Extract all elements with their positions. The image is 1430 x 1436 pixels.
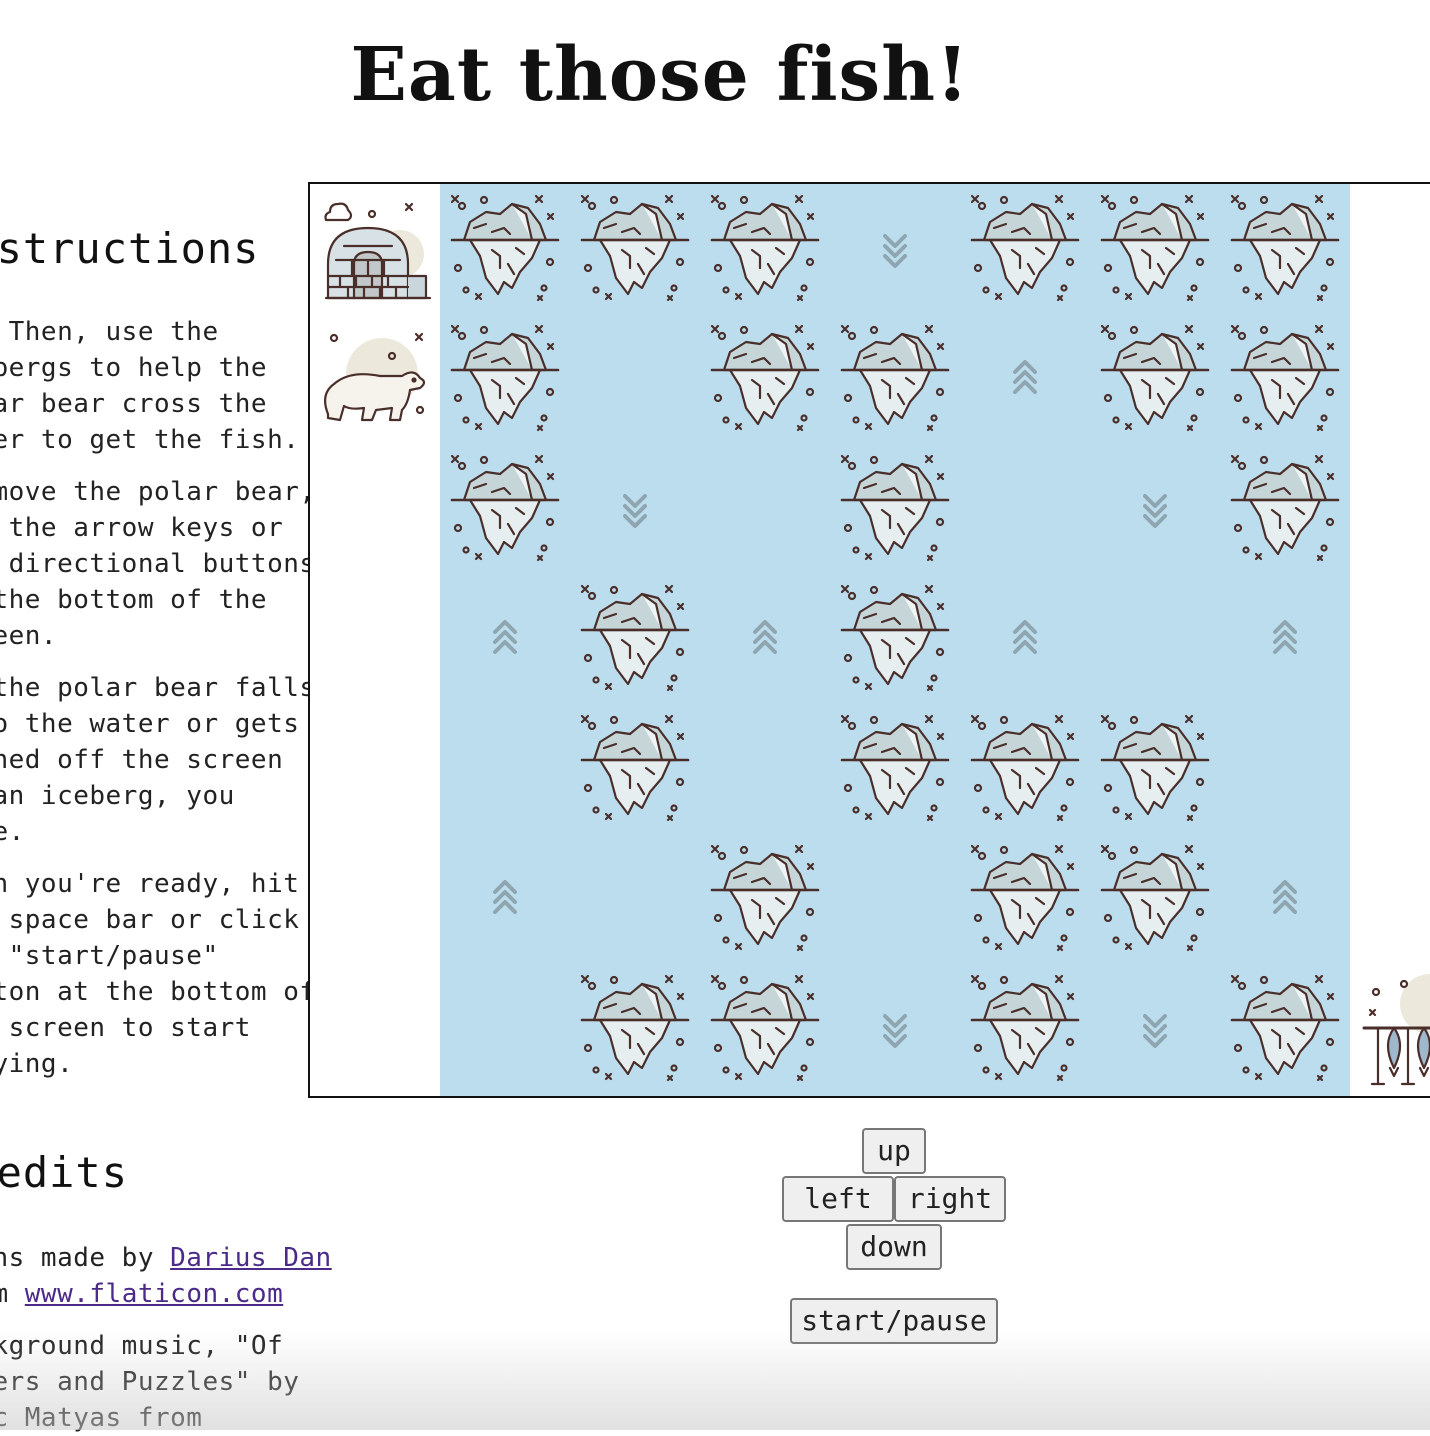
iceberg-icon	[830, 444, 960, 574]
iceberg-icon	[1090, 704, 1220, 834]
instruction-line: the "start/pause"	[0, 941, 219, 971]
credits-icons-line: Icons made by Darius Dan	[0, 1243, 332, 1273]
iceberg-icon	[1090, 834, 1220, 964]
flaticon-link[interactable]: www.flaticon.com	[25, 1279, 283, 1309]
instruction-line: Hi! Then, use the	[0, 317, 219, 347]
instruction-line: To move the polar bear,	[0, 477, 316, 507]
start-pause-button[interactable]: start/pause	[790, 1298, 998, 1344]
iceberg-icon	[440, 184, 570, 314]
igloo-icon	[310, 184, 440, 314]
iceberg-icon	[570, 574, 700, 704]
instruction-line: by an iceberg, you	[0, 781, 235, 811]
instruction-line: the screen to start	[0, 1013, 251, 1043]
instructions-heading: Instructions	[0, 224, 260, 273]
down-arrow-icon	[1090, 964, 1220, 1094]
iceberg-icon	[1220, 184, 1350, 314]
page-title: Eat those fish!	[350, 32, 970, 118]
credits-site-line: from www.flaticon.com	[0, 1279, 284, 1309]
iceberg-icon	[570, 964, 700, 1094]
game-board	[308, 182, 1430, 1098]
iceberg-icon	[830, 314, 960, 444]
down-arrow-icon	[830, 964, 960, 1094]
instruction-line: playing.	[0, 1049, 74, 1079]
iceberg-icon	[570, 704, 700, 834]
instruction-line: polar bear cross the	[0, 389, 268, 419]
instruction-line: pushed off the screen	[0, 745, 284, 775]
up-arrow-icon	[1220, 574, 1350, 704]
iceberg-icon	[960, 704, 1090, 834]
up-arrow-icon	[440, 834, 570, 964]
iceberg-icon	[570, 184, 700, 314]
instruction-line: screen.	[0, 621, 58, 651]
instruction-line: at the bottom of the	[0, 585, 268, 615]
instruction-line: When you're ready, hit	[0, 869, 300, 899]
iceberg-icon	[440, 314, 570, 444]
iceberg-icon	[960, 964, 1090, 1094]
iceberg-icon	[960, 834, 1090, 964]
down-arrow-icon	[830, 184, 960, 314]
iceberg-icon	[960, 184, 1090, 314]
up-arrow-icon	[700, 574, 830, 704]
instruction-line: the space bar or click	[0, 905, 300, 935]
down-button[interactable]: down	[846, 1224, 942, 1270]
up-arrow-icon	[1220, 834, 1350, 964]
iceberg-icon	[1090, 314, 1220, 444]
iceberg-icon	[700, 314, 830, 444]
up-arrow-icon	[440, 574, 570, 704]
credits-heading: Credits	[0, 1148, 129, 1197]
iceberg-icon	[1220, 314, 1350, 444]
instruction-line: into the water or gets	[0, 709, 300, 739]
down-arrow-icon	[570, 444, 700, 574]
instruction-line: If the polar bear falls	[0, 673, 316, 703]
music-credit-line: Background music, "Of	[0, 1331, 284, 1361]
instruction-line: icebergs to help the	[0, 353, 268, 383]
iceberg-icon	[700, 834, 830, 964]
instruction-line: lose.	[0, 817, 25, 847]
right-button[interactable]: right	[894, 1176, 1006, 1222]
instruction-line: the directional buttons	[0, 549, 316, 579]
iceberg-icon	[700, 184, 830, 314]
instruction-line: water to get the fish.	[0, 425, 300, 455]
down-arrow-icon	[1090, 444, 1220, 574]
music-credit-line: Eric Matyas from	[0, 1403, 203, 1433]
iceberg-icon	[830, 574, 960, 704]
left-button[interactable]: left	[782, 1176, 894, 1222]
instruction-line: use the arrow keys or	[0, 513, 284, 543]
iceberg-icon	[1090, 184, 1220, 314]
up-arrow-icon	[960, 574, 1090, 704]
iceberg-icon	[440, 444, 570, 574]
author-link[interactable]: Darius Dan	[170, 1243, 332, 1273]
iceberg-icon	[830, 704, 960, 834]
iceberg-icon	[700, 964, 830, 1094]
polar-bear-icon	[310, 314, 440, 444]
instruction-line: button at the bottom of	[0, 977, 316, 1007]
up-arrow-icon	[960, 314, 1090, 444]
fish-basket-icon	[1350, 964, 1430, 1094]
iceberg-icon	[1220, 964, 1350, 1094]
iceberg-icon	[1220, 444, 1350, 574]
direction-controls: up left right down start/pause	[780, 1128, 1010, 1358]
music-credit-line: Towers and Puzzles" by	[0, 1367, 300, 1397]
up-button[interactable]: up	[862, 1128, 926, 1174]
